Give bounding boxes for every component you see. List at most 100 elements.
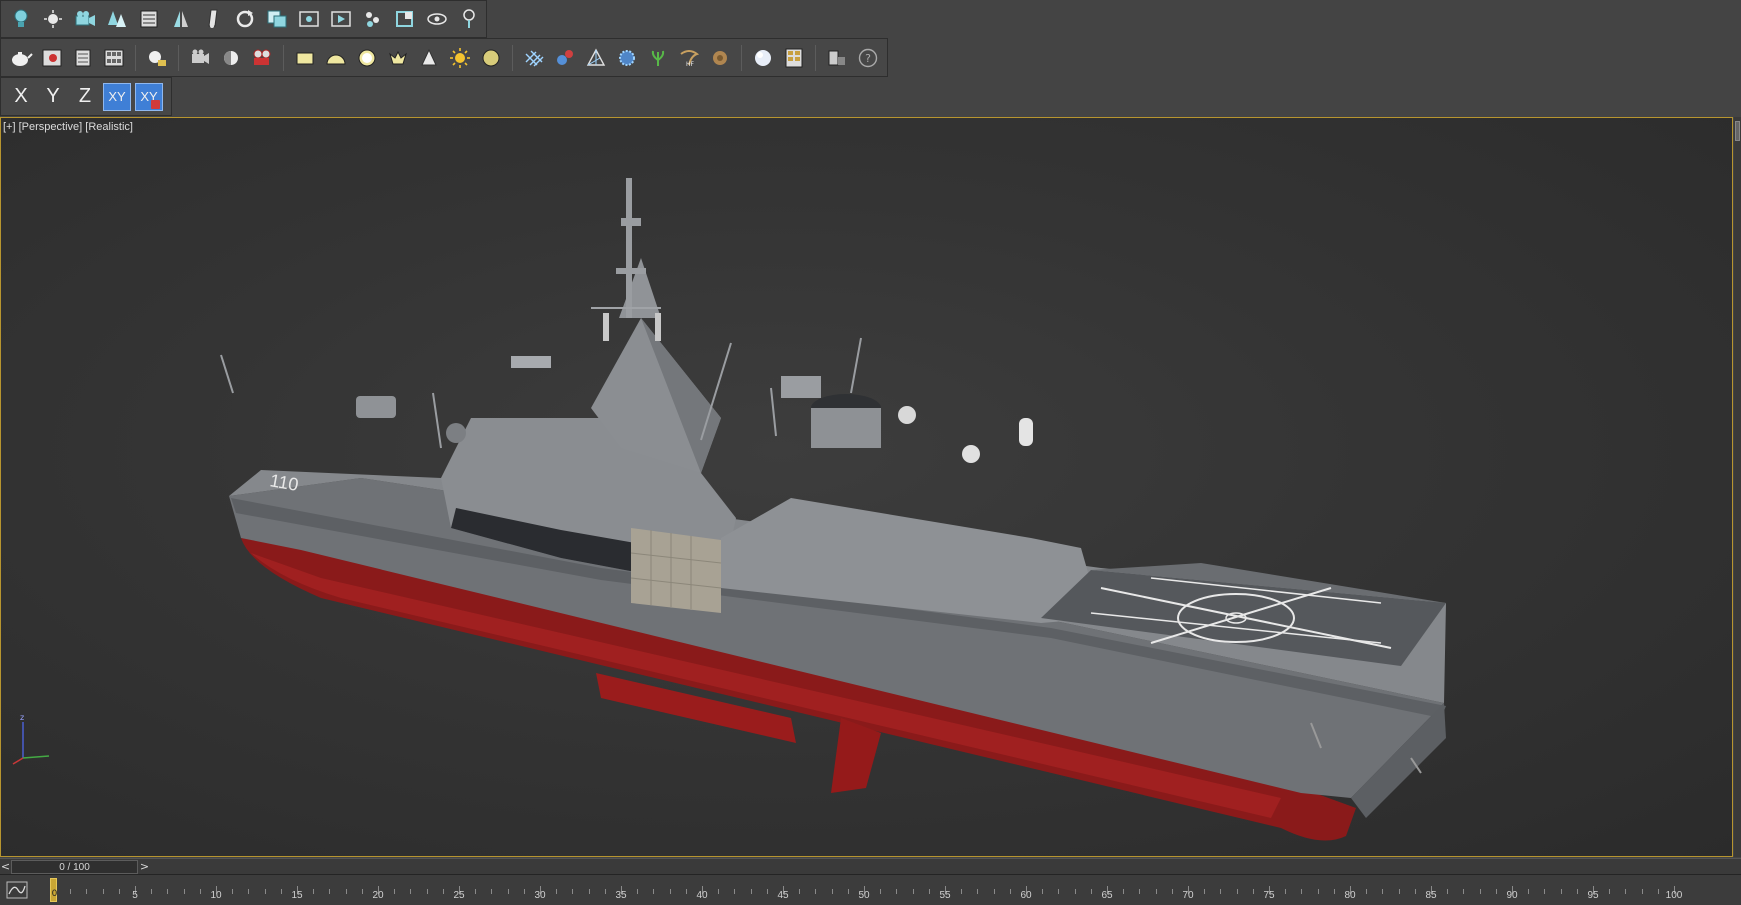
trackbar-tick bbox=[167, 889, 169, 894]
trackbar-frame-label: 55 bbox=[939, 890, 951, 901]
filter-icon[interactable] bbox=[359, 5, 387, 33]
lattice-icon[interactable] bbox=[520, 44, 548, 72]
viewport-scroll-handle[interactable] bbox=[1735, 121, 1740, 141]
fit-icon[interactable] bbox=[295, 5, 323, 33]
trackbar-tick bbox=[928, 889, 930, 894]
constrain-y-button[interactable]: Y bbox=[39, 83, 67, 111]
trackbar-frame-label: 80 bbox=[1344, 890, 1356, 901]
camera-group-icon[interactable] bbox=[71, 5, 99, 33]
toolbar-rendering: HF ? bbox=[0, 38, 888, 77]
trackbar-tick bbox=[394, 889, 396, 894]
trackbar-tick bbox=[1139, 889, 1141, 894]
trackbar-tick bbox=[685, 889, 687, 894]
trackbar-tick bbox=[523, 889, 525, 894]
half-sphere-icon[interactable] bbox=[217, 44, 245, 72]
material-editor-icon[interactable] bbox=[100, 44, 128, 72]
constrain-xy-snap-button[interactable]: XY bbox=[135, 82, 163, 111]
film-camera-icon[interactable] bbox=[248, 44, 276, 72]
current-frame-label: 0 bbox=[51, 889, 58, 899]
trackbar-tick bbox=[1366, 889, 1368, 894]
trackbar-tick bbox=[475, 889, 477, 894]
trackbar-tick bbox=[491, 889, 493, 894]
trackbar-frame-label: 10 bbox=[210, 890, 222, 901]
bone-icon[interactable] bbox=[199, 5, 227, 33]
light-target-icon[interactable] bbox=[455, 5, 483, 33]
trackbar-tick bbox=[199, 889, 201, 894]
export-icon[interactable] bbox=[823, 44, 851, 72]
trackbar-tick bbox=[799, 889, 801, 894]
cone-icon[interactable] bbox=[415, 44, 443, 72]
white-sphere-icon[interactable] bbox=[749, 44, 777, 72]
sphere-ball-icon[interactable] bbox=[477, 44, 505, 72]
curve-editor-icon[interactable] bbox=[6, 881, 28, 899]
pyramid-icon[interactable] bbox=[582, 44, 610, 72]
dome-icon[interactable] bbox=[322, 44, 350, 72]
trackbar-playhead[interactable]: 0 bbox=[50, 878, 57, 902]
trackbar[interactable]: 5 10 15 20 25 30 35 40 45 50 55 60 65 70 75 80 85 90 95 100… bbox=[0, 874, 1741, 905]
time-next-button[interactable]: > bbox=[139, 859, 150, 875]
constrain-xy-button[interactable]: XY bbox=[103, 82, 131, 111]
eye-icon[interactable] bbox=[423, 5, 451, 33]
light-bulb-icon[interactable] bbox=[7, 5, 35, 33]
molecule-icon[interactable] bbox=[551, 44, 579, 72]
time-slider-thumb[interactable]: 0 / 100 bbox=[11, 860, 138, 874]
toolbar-separator bbox=[512, 44, 513, 71]
sun-icon[interactable] bbox=[446, 44, 474, 72]
box-select-icon[interactable] bbox=[391, 5, 419, 33]
time-slider[interactable]: < 0 / 100 > bbox=[0, 858, 1741, 874]
time-prev-button[interactable]: < bbox=[0, 859, 11, 875]
trackbar-tick bbox=[1576, 889, 1578, 894]
trackbar-frame-label: 50 bbox=[858, 890, 870, 901]
trackbar-tick bbox=[1609, 889, 1611, 894]
trackbar-tick bbox=[1171, 889, 1173, 894]
toolbar-create bbox=[0, 0, 487, 38]
render-setup-icon[interactable] bbox=[69, 44, 97, 72]
hair-icon[interactable]: HF bbox=[675, 44, 703, 72]
mirror-icon[interactable] bbox=[167, 5, 195, 33]
trackbar-tick bbox=[896, 889, 898, 894]
trackbar-tick bbox=[831, 889, 833, 894]
map-browser-icon[interactable] bbox=[780, 44, 808, 72]
trackbar-frame-label: 60 bbox=[1020, 890, 1032, 901]
trackbar-tick bbox=[280, 889, 282, 894]
trackbar-frame-label: 40 bbox=[696, 890, 708, 901]
perspective-viewport[interactable]: [+] [Perspective] [Realistic] 110 z bbox=[0, 117, 1733, 857]
trackbar-tick bbox=[1058, 889, 1060, 894]
trackbar-tick bbox=[410, 889, 412, 894]
teapot-icon[interactable] bbox=[7, 44, 35, 72]
plant-icon[interactable] bbox=[644, 44, 672, 72]
render-frame-icon[interactable] bbox=[38, 44, 66, 72]
help-icon[interactable]: ? bbox=[854, 44, 882, 72]
toolbar-separator bbox=[815, 44, 816, 71]
trees-icon[interactable] bbox=[103, 5, 131, 33]
trackbar-ruler[interactable]: 5 10 15 20 25 30 35 40 45 50 55 60 65 70 75 80 85 90 95 100 bbox=[46, 875, 1736, 905]
trackbar-tick bbox=[1528, 889, 1530, 894]
trackbar-tick bbox=[1009, 889, 1011, 894]
constrain-x-button[interactable]: X bbox=[7, 83, 35, 111]
trackbar-tick bbox=[912, 889, 914, 894]
camera-icon[interactable] bbox=[186, 44, 214, 72]
sun-star-icon[interactable] bbox=[39, 5, 67, 33]
trackbar-tick bbox=[329, 889, 331, 894]
list-panel-icon[interactable] bbox=[135, 5, 163, 33]
disc-icon[interactable] bbox=[353, 44, 381, 72]
shell-icon[interactable] bbox=[706, 44, 734, 72]
copy-layer-icon[interactable] bbox=[263, 5, 291, 33]
trackbar-tick bbox=[880, 889, 882, 894]
constrain-z-button[interactable]: Z bbox=[71, 83, 99, 111]
toolbar-separator bbox=[283, 44, 284, 71]
gear-sphere-icon[interactable] bbox=[613, 44, 641, 72]
frigate-model[interactable]: 110 z bbox=[1, 118, 1733, 857]
rotate-icon[interactable] bbox=[231, 5, 259, 33]
crown-icon[interactable] bbox=[384, 44, 412, 72]
sphere-light-icon[interactable] bbox=[143, 44, 171, 72]
trackbar-tick bbox=[588, 889, 590, 894]
trackbar-tick bbox=[604, 889, 606, 894]
trackbar-tick bbox=[993, 889, 995, 894]
play-icon[interactable] bbox=[327, 5, 355, 33]
trackbar-tick bbox=[248, 889, 250, 894]
trackbar-frame-label: 45 bbox=[777, 890, 789, 901]
trackbar-tick bbox=[1317, 889, 1319, 894]
trackbar-frame-label: 20 bbox=[372, 890, 384, 901]
plane-icon[interactable] bbox=[291, 44, 319, 72]
